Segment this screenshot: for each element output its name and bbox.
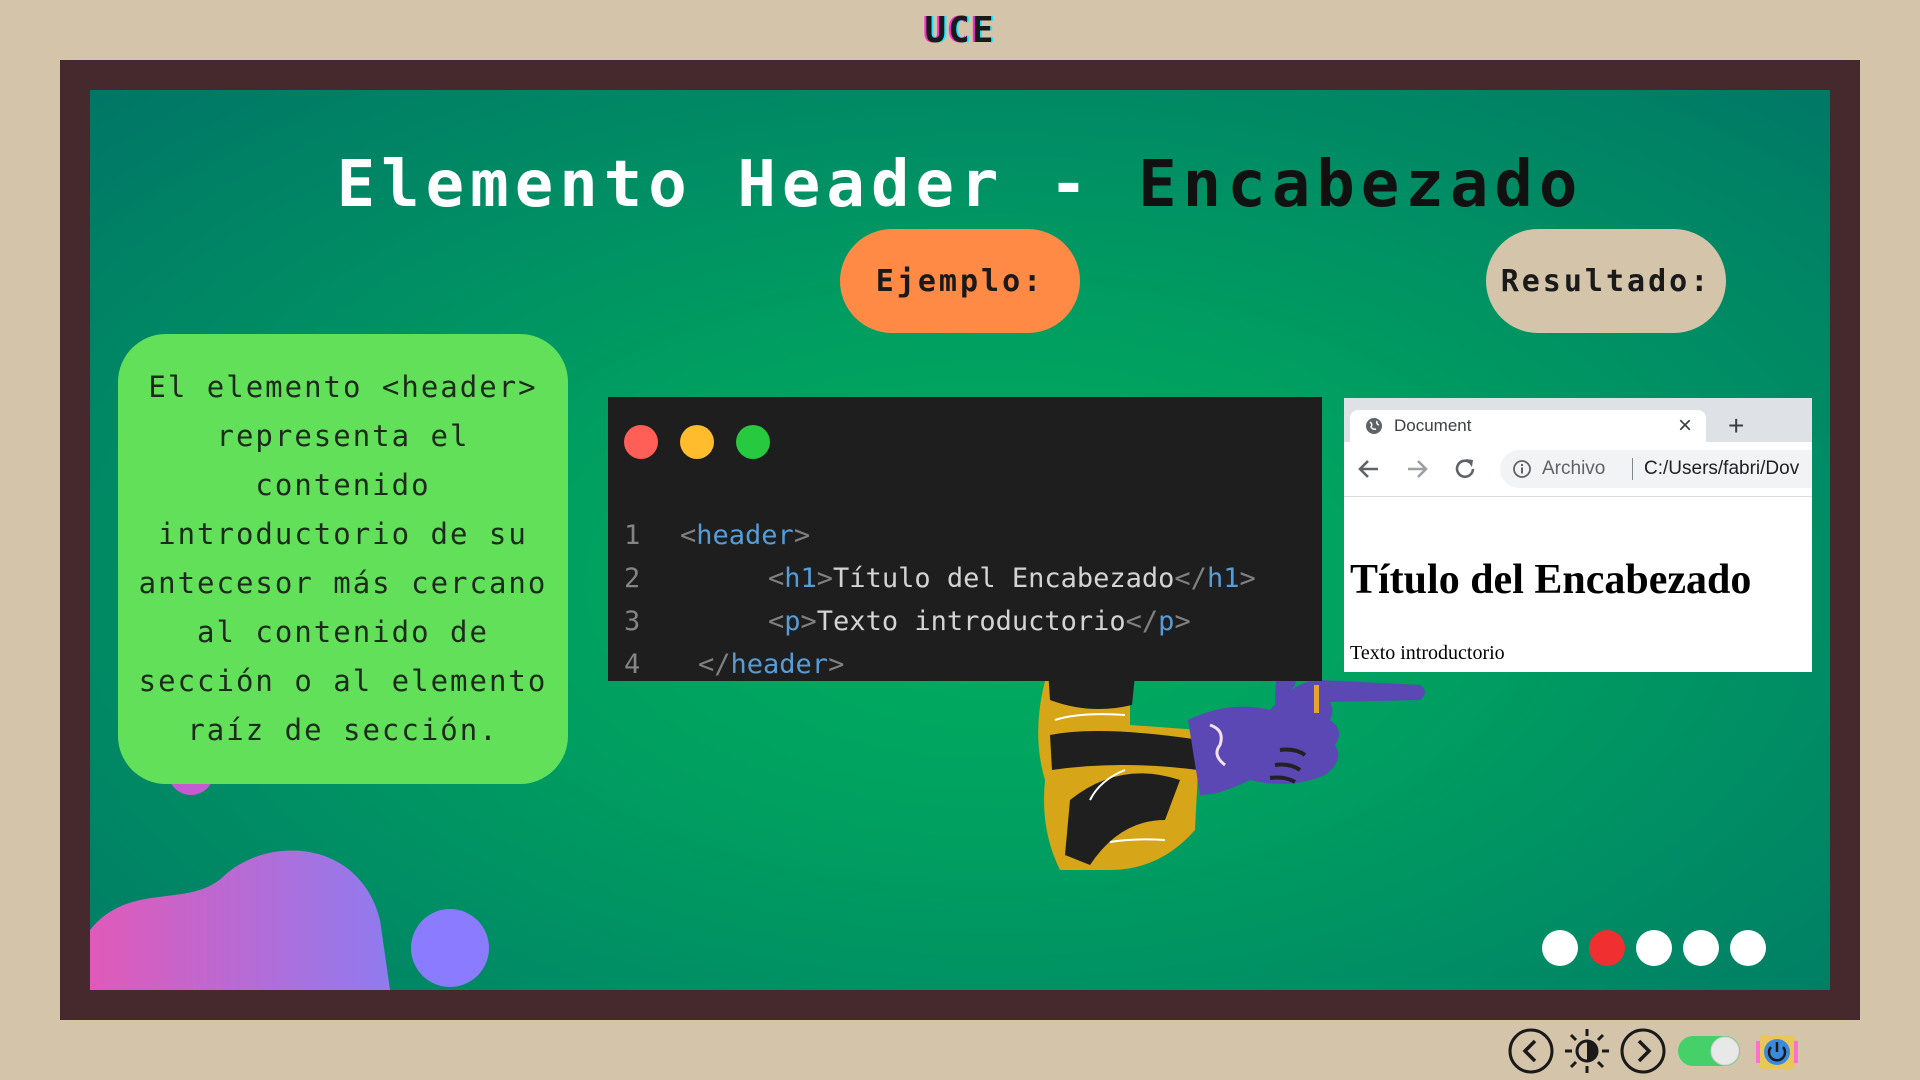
brightness-icon[interactable] [1563,1027,1611,1075]
pager-dot-1[interactable] [1542,930,1578,966]
pager-dot-3[interactable] [1636,930,1672,966]
slide-canvas: Elemento Header - Encabezado Ejemplo: Re… [90,90,1830,990]
back-arrow-icon[interactable] [1356,456,1382,482]
address-text: C:/Users/fabri/Dov [1644,458,1800,479]
browser-tab-bar: Document × + [1344,398,1812,442]
archivo-label: Archivo [1542,458,1606,479]
code-line-1: 1 <header> [624,520,811,551]
close-dot-icon [624,425,658,459]
maximize-dot-icon [736,425,770,459]
example-label: Ejemplo: [840,229,1080,333]
app-brand: UCE [924,10,996,51]
address-divider [1632,458,1633,480]
pager-dot-5[interactable] [1730,930,1766,966]
info-icon [1513,460,1531,478]
prev-slide-icon[interactable] [1507,1027,1555,1075]
code-line-3: 3 <p>Texto introductorio</p> [624,606,1191,637]
globe-icon [1366,418,1382,434]
slide-frame: Elemento Header - Encabezado Ejemplo: Re… [60,60,1860,1020]
tab-title: Document [1394,416,1472,435]
pager-dot-2[interactable] [1589,930,1625,966]
browser-toolbar: Archivo C:/Users/fabri/Dov [1344,442,1812,497]
code-line-2: 2 <h1>Título del Encabezado</h1> [624,563,1256,594]
rendered-paragraph: Texto introductorio [1350,642,1505,664]
slide-title: Elemento Header - Encabezado [336,148,1584,222]
rendered-h1: Título del Encabezado [1350,557,1752,603]
forward-arrow-icon[interactable] [1404,456,1430,482]
tab-close-icon[interactable]: × [1678,412,1692,440]
code-editor-window: 1 <header> 2 <h1>Título del Encabezado</h1… [608,397,1322,681]
minimize-dot-icon [680,425,714,459]
description-card: El elemento <header> representa el conte… [118,334,568,784]
browser-preview: Document × + Archivo C:/Users/fabri/Dov … [1344,398,1812,672]
slide-pager [1542,930,1766,966]
toggle-switch[interactable] [1677,1033,1743,1069]
power-icon[interactable] [1753,1027,1801,1075]
code-line-4: 4 </header> [624,649,845,680]
description-text: El elemento <header> representa el conte… [138,370,548,747]
new-tab-icon[interactable]: + [1728,410,1744,442]
browser-tab[interactable]: Document × [1350,410,1706,442]
pager-dot-4[interactable] [1683,930,1719,966]
result-label: Resultado: [1486,229,1726,333]
next-slide-icon[interactable] [1619,1027,1667,1075]
address-bar[interactable]: Archivo C:/Users/fabri/Dov [1500,450,1812,488]
presentation-controls [1505,1025,1835,1075]
reload-icon[interactable] [1452,456,1478,482]
